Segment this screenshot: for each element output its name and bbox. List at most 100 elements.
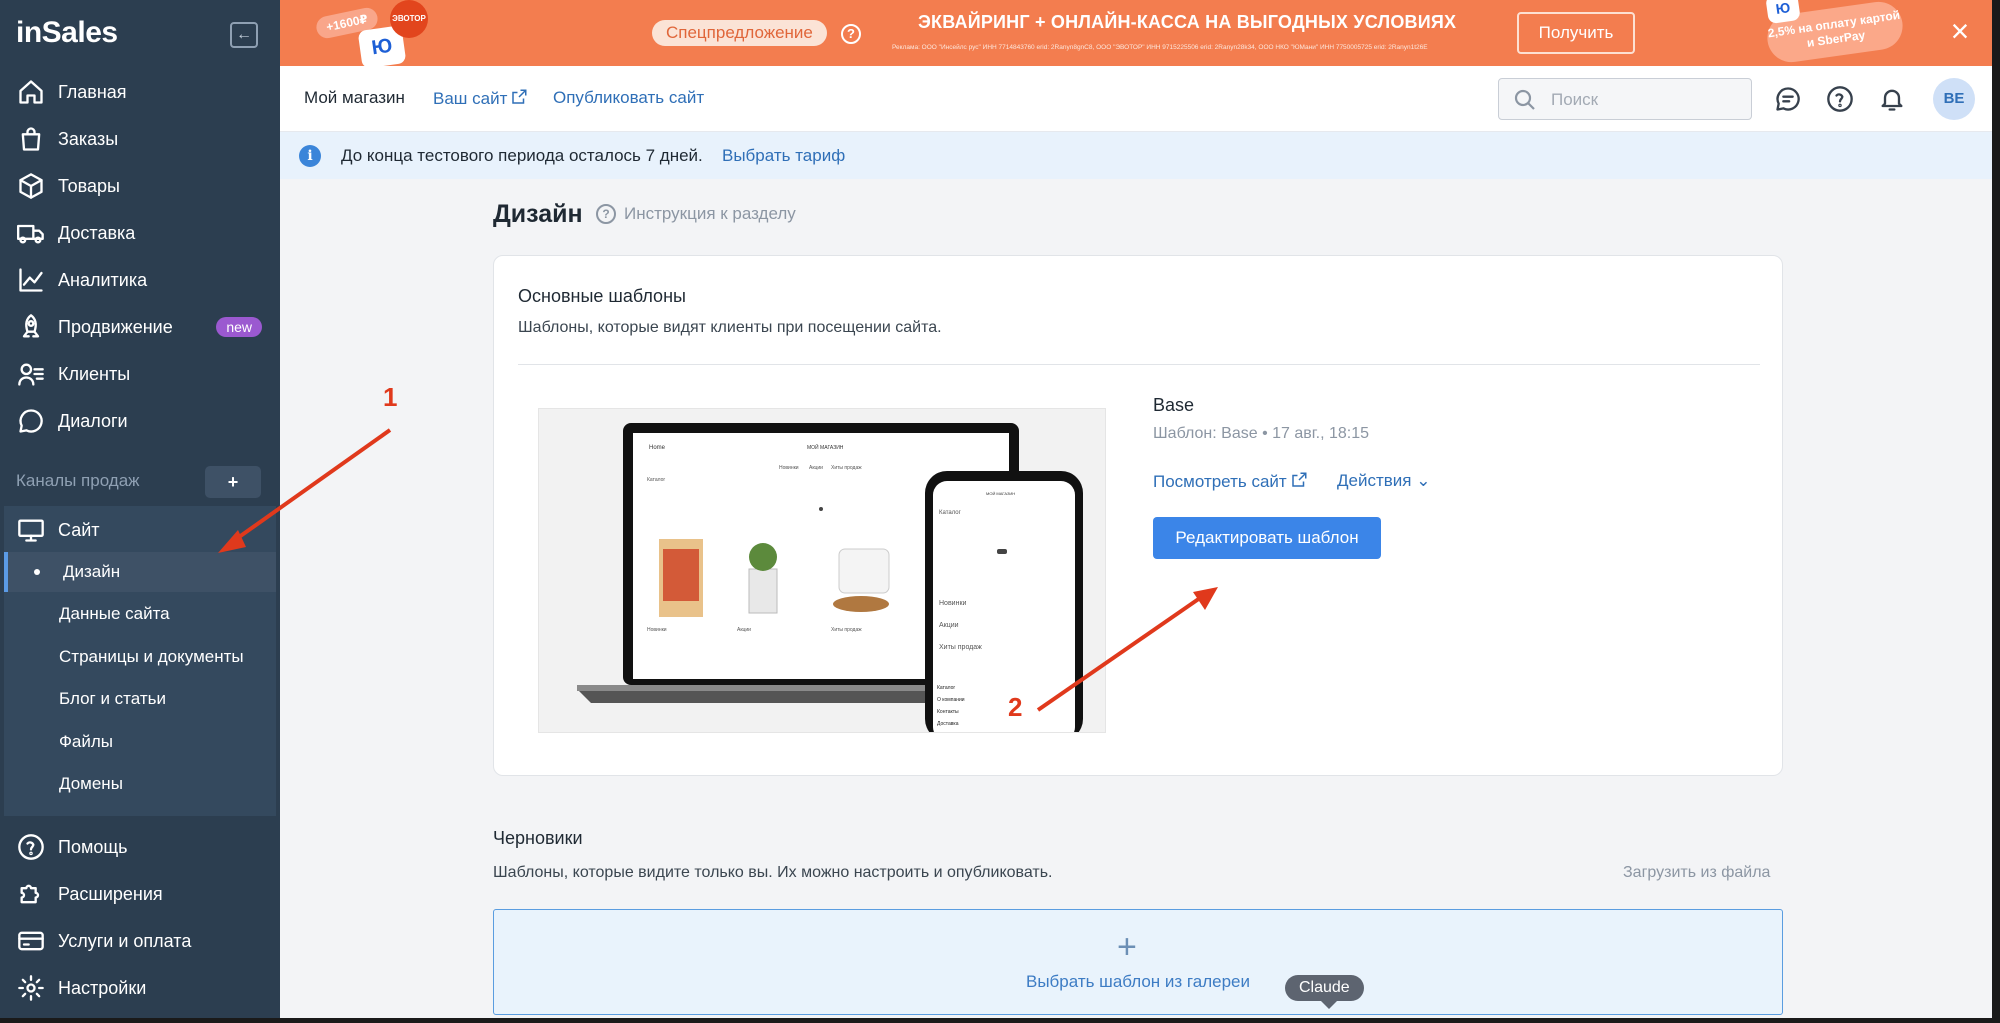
publish-site-link[interactable]: Опубликовать сайт bbox=[553, 88, 704, 108]
your-site-label: Ваш сайт bbox=[433, 89, 508, 108]
top-bar: Мой магазин Ваш сайт Опубликовать сайт П… bbox=[280, 66, 1992, 132]
my-store-link[interactable]: Мой магазин bbox=[304, 88, 405, 108]
phone-footer: Доставка bbox=[937, 721, 959, 727]
choose-plan-link[interactable]: Выбрать тариф bbox=[722, 146, 845, 166]
main-content: Дизайн ? Инструкция к разделу Основные ш… bbox=[280, 179, 1992, 1018]
sidebar-item-delivery[interactable]: Доставка bbox=[0, 213, 280, 253]
bag-icon bbox=[16, 124, 46, 154]
choose-from-gallery-button[interactable]: + Выбрать шаблон из галереи bbox=[493, 909, 1783, 1015]
sidebar-subitem-site-data[interactable]: Данные сайта bbox=[4, 594, 276, 634]
help-icon[interactable] bbox=[1826, 85, 1854, 113]
avatar[interactable]: BE bbox=[1933, 78, 1975, 120]
search-icon bbox=[1514, 89, 1535, 110]
sidebar-item-extensions[interactable]: Расширения bbox=[0, 874, 280, 914]
divider bbox=[518, 364, 1760, 365]
dialog-icon bbox=[16, 406, 46, 436]
sidebar-item-home[interactable]: Главная bbox=[0, 72, 280, 112]
banner-get-button[interactable]: Получить bbox=[1517, 12, 1635, 54]
template-name: Base bbox=[1153, 395, 1195, 415]
sidebar-item-label: Расширения bbox=[58, 883, 163, 904]
actions-label: Действия bbox=[1337, 471, 1412, 490]
search-input[interactable]: Поиск bbox=[1498, 78, 1752, 120]
sidebar-item-promotion[interactable]: Продвижение new bbox=[0, 307, 280, 347]
sidebar-subitem-label: Страницы и документы bbox=[59, 647, 244, 666]
sidebar-subitem-label: Данные сайта bbox=[59, 604, 170, 623]
drafts-heading: Черновики bbox=[493, 828, 583, 848]
chat-icon[interactable] bbox=[1774, 85, 1802, 113]
special-offer-badge: Спецпредложение bbox=[652, 20, 827, 46]
laptop-product: Хиты продаж bbox=[831, 627, 862, 633]
add-channel-button[interactable]: + bbox=[205, 466, 261, 498]
sidebar-subitem-pages[interactable]: Страницы и документы bbox=[4, 637, 276, 677]
template-meta: Шаблон: Base • 17 авг., 18:15 bbox=[1153, 425, 1370, 442]
phone-item: Хиты продаж bbox=[939, 644, 982, 651]
question-icon[interactable]: ? bbox=[841, 24, 861, 44]
view-site-label: Посмотреть сайт bbox=[1153, 472, 1287, 491]
box-icon bbox=[16, 171, 46, 201]
sidebar-subitem-label: Домены bbox=[59, 774, 123, 793]
close-icon[interactable]: × bbox=[1945, 14, 1975, 48]
trial-info-text: До конца тестового периода осталось 7 дн… bbox=[341, 146, 703, 165]
your-site-link[interactable]: Ваш сайт bbox=[433, 88, 528, 109]
active-dot bbox=[34, 569, 40, 575]
banner-legal-text: Реклама: ООО "Инсейлс рус" ИНН 771484376… bbox=[892, 44, 1428, 51]
laptop-product: Новинки bbox=[647, 627, 667, 633]
plus-icon: + bbox=[1117, 928, 1137, 966]
trial-info-bar: i До конца тестового периода осталось 7 … bbox=[280, 132, 1992, 179]
bell-icon[interactable] bbox=[1878, 85, 1906, 113]
claude-tooltip: Claude bbox=[1285, 975, 1364, 1009]
page-title: Дизайн bbox=[493, 200, 583, 228]
sidebar-item-label: Доставка bbox=[58, 222, 136, 243]
chart-icon bbox=[16, 265, 46, 295]
phone-footer: Каталог bbox=[937, 685, 955, 691]
gear-icon bbox=[16, 973, 46, 1003]
sidebar-item-products[interactable]: Товары bbox=[0, 166, 280, 206]
edit-template-button[interactable]: Редактировать шаблон bbox=[1153, 517, 1381, 559]
sidebar-item-clients[interactable]: Клиенты bbox=[0, 354, 280, 394]
sidebar-item-settings[interactable]: Настройки bbox=[0, 968, 280, 1008]
truck-icon bbox=[16, 218, 46, 248]
collapse-left-icon[interactable]: ← bbox=[230, 22, 258, 48]
question-icon: ? bbox=[596, 204, 616, 224]
evotor-logo: ЭВОТОР bbox=[390, 0, 428, 38]
section-help-link[interactable]: ? Инструкция к разделу bbox=[596, 204, 796, 224]
promo-banner[interactable]: +1600₽ Ю ЭВОТОР Спецпредложение ? ЭКВАЙР… bbox=[280, 0, 1992, 66]
sidebar-item-site[interactable]: Сайт bbox=[0, 510, 280, 550]
phone-item: Новинки bbox=[939, 600, 967, 607]
upload-from-file-link[interactable]: Загрузить из файла bbox=[1623, 864, 1770, 882]
laptop-product: Акции bbox=[737, 627, 751, 633]
sidebar-subitem-blog[interactable]: Блог и статьи bbox=[4, 679, 276, 719]
sidebar-item-label: Настройки bbox=[58, 977, 147, 998]
sidebar-subitem-design[interactable]: Дизайн bbox=[4, 552, 276, 592]
sidebar-item-help[interactable]: Помощь bbox=[0, 827, 280, 867]
sidebar-item-label: Помощь bbox=[58, 836, 128, 857]
laptop-store: МОЙ МАГАЗИН bbox=[807, 443, 844, 451]
logo[interactable]: inSales bbox=[16, 16, 118, 50]
puzzle-icon bbox=[16, 879, 46, 909]
actions-dropdown[interactable]: Действия ⌄ bbox=[1337, 471, 1430, 491]
laptop-catalog: Каталог bbox=[647, 477, 665, 483]
view-site-link[interactable]: Посмотреть сайт bbox=[1153, 471, 1308, 492]
choose-from-gallery-label: Выбрать шаблон из галереи bbox=[1025, 972, 1250, 991]
sidebar-item-label: Сайт bbox=[58, 519, 100, 540]
sidebar-subitem-files[interactable]: Файлы bbox=[4, 722, 276, 762]
sidebar-item-billing[interactable]: Услуги и оплата bbox=[0, 921, 280, 961]
sidebar: inSales ← Главная Заказы Товары Доставка… bbox=[0, 0, 280, 1018]
main-templates-heading: Основные шаблоны bbox=[518, 286, 686, 306]
sidebar-item-dialogs[interactable]: Диалоги bbox=[0, 401, 280, 441]
banner-title: ЭКВАЙРИНГ + ОНЛАЙН-КАССА НА ВЫГОДНЫХ УСЛ… bbox=[918, 12, 1457, 32]
sidebar-subitem-label: Файлы bbox=[59, 732, 114, 751]
sidebar-item-label: Заказы bbox=[58, 128, 119, 149]
clients-icon bbox=[16, 359, 46, 389]
search-placeholder: Поиск bbox=[1551, 90, 1599, 109]
annotation-number-1: 1 bbox=[383, 382, 398, 412]
info-icon: i bbox=[299, 145, 321, 167]
sidebar-item-label: Клиенты bbox=[58, 363, 131, 384]
sidebar-subitem-domains[interactable]: Домены bbox=[4, 764, 276, 804]
laptop-nav: Новинки bbox=[779, 465, 799, 471]
drafts-subheading: Шаблоны, которые видите только вы. Их мо… bbox=[493, 864, 1053, 881]
sidebar-subitem-label: Блог и статьи bbox=[59, 689, 166, 708]
phone-item: Акции bbox=[939, 622, 959, 629]
sidebar-item-orders[interactable]: Заказы bbox=[0, 119, 280, 159]
sidebar-item-analytics[interactable]: Аналитика bbox=[0, 260, 280, 300]
